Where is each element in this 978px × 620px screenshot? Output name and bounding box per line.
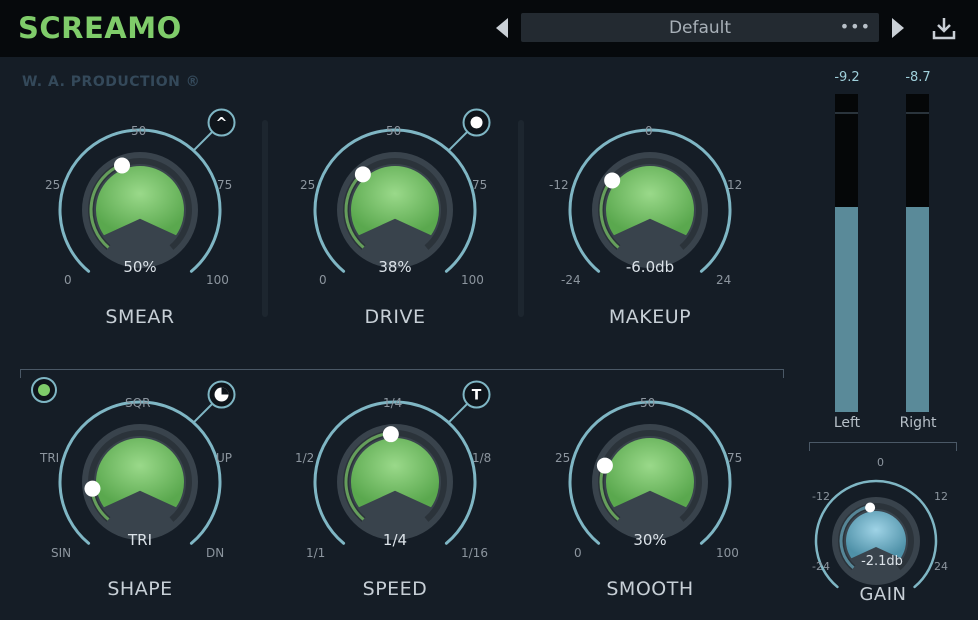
left-meter-peak xyxy=(835,112,858,114)
divider xyxy=(262,120,268,317)
makeup-tick: -12 xyxy=(549,178,569,192)
smear-tick: 0 xyxy=(64,273,72,287)
right-meter-label: Right xyxy=(899,415,937,431)
gain-tick: 0 xyxy=(877,456,884,469)
makeup-indicator[interactable] xyxy=(604,172,621,189)
lfo-group-bracket xyxy=(20,369,784,378)
smear-tick: 100 xyxy=(206,273,229,287)
gain-tick: -12 xyxy=(812,490,830,503)
smooth-indicator[interactable] xyxy=(596,457,613,474)
shape-tick: SIN xyxy=(51,546,72,560)
makeup-tick: 24 xyxy=(716,273,732,287)
drive-value: 38% xyxy=(378,258,412,276)
speed-label: SPEED xyxy=(362,578,428,600)
preset-prev-arrow-icon[interactable] xyxy=(496,18,508,38)
drive-tick: 0 xyxy=(319,273,327,287)
gain-tick: 24 xyxy=(934,560,948,573)
right-meter-peak xyxy=(906,112,929,114)
shape-tick: TRI xyxy=(40,451,60,465)
divider xyxy=(518,120,524,317)
preset-name: Default xyxy=(668,18,732,38)
makeup-tick: 12 xyxy=(727,178,743,192)
smear-value: 50% xyxy=(123,258,157,276)
gain-label: GAIN xyxy=(859,584,907,605)
gain-group-bracket xyxy=(809,442,957,451)
shape-indicator[interactable] xyxy=(84,480,101,497)
speed-tick: 1/8 xyxy=(472,451,492,465)
download-icon[interactable] xyxy=(930,14,958,42)
gain-indicator[interactable] xyxy=(865,502,876,513)
shape-tick: SQR xyxy=(125,396,151,410)
drive-tick: 50 xyxy=(386,124,402,138)
left-meter-value: -9.2 xyxy=(834,70,860,85)
shape-mode-button[interactable] xyxy=(207,380,236,409)
left-meter-fill xyxy=(835,207,858,412)
smooth-tick: 75 xyxy=(727,451,743,465)
smear-mode-button[interactable]: ^ xyxy=(207,108,236,137)
svg-text:^: ^ xyxy=(216,116,228,132)
smear-indicator[interactable] xyxy=(114,157,131,174)
speed-mode-button[interactable]: T xyxy=(462,380,491,409)
smooth-tick: 100 xyxy=(716,546,739,560)
right-meter-fill xyxy=(906,207,929,412)
smear-tick: 50 xyxy=(131,124,147,138)
top-bar: SCREAMO Default ••• xyxy=(0,0,978,57)
speed-tick: 1/1 xyxy=(306,546,326,560)
gain-value: -2.1db xyxy=(861,554,903,569)
speed-indicator[interactable] xyxy=(382,426,399,443)
app-title: SCREAMO xyxy=(18,11,182,45)
preset-menu-dots-icon[interactable]: ••• xyxy=(840,17,871,36)
drive-tick: 100 xyxy=(461,273,484,287)
preset-selector[interactable]: Default ••• xyxy=(521,13,879,42)
gain-tick: 12 xyxy=(934,490,948,503)
preset-next-arrow-icon[interactable] xyxy=(892,18,904,38)
right-meter-value: -8.7 xyxy=(905,70,931,85)
smooth-tick: 25 xyxy=(555,451,571,465)
drive-tick: 25 xyxy=(300,178,316,192)
shape-tick: DN xyxy=(206,546,225,560)
gain-tick: -24 xyxy=(812,560,830,573)
smear-tick: 25 xyxy=(45,178,61,192)
smooth-tick: 0 xyxy=(574,546,582,560)
smooth-value: 30% xyxy=(633,531,667,549)
speed-tick: 1/4 xyxy=(383,396,403,410)
makeup-tick: 0 xyxy=(645,124,653,138)
svg-text:T: T xyxy=(472,388,482,404)
shape-tick: UP xyxy=(216,451,233,465)
left-meter-label: Left xyxy=(833,415,861,431)
drive-tick: 75 xyxy=(472,178,488,192)
speed-tick: 1/2 xyxy=(295,451,315,465)
speed-tick: 1/16 xyxy=(461,546,488,560)
speed-value: 1/4 xyxy=(382,531,408,549)
drive-indicator[interactable] xyxy=(354,166,371,183)
makeup-value: -6.0db xyxy=(625,258,675,276)
makeup-tick: -24 xyxy=(561,273,581,287)
smear-label: SMEAR xyxy=(105,306,175,328)
shape-value: TRI xyxy=(127,531,152,549)
shape-label: SHAPE xyxy=(107,578,173,600)
drive-mode-button[interactable] xyxy=(462,108,491,137)
smooth-tick: 50 xyxy=(640,396,656,410)
smooth-label: SMOOTH xyxy=(606,578,694,600)
brand-label: W. A. PRODUCTION ® xyxy=(22,74,201,90)
smear-tick: 75 xyxy=(217,178,233,192)
drive-label: DRIVE xyxy=(364,306,426,328)
makeup-label: MAKEUP xyxy=(608,306,692,328)
